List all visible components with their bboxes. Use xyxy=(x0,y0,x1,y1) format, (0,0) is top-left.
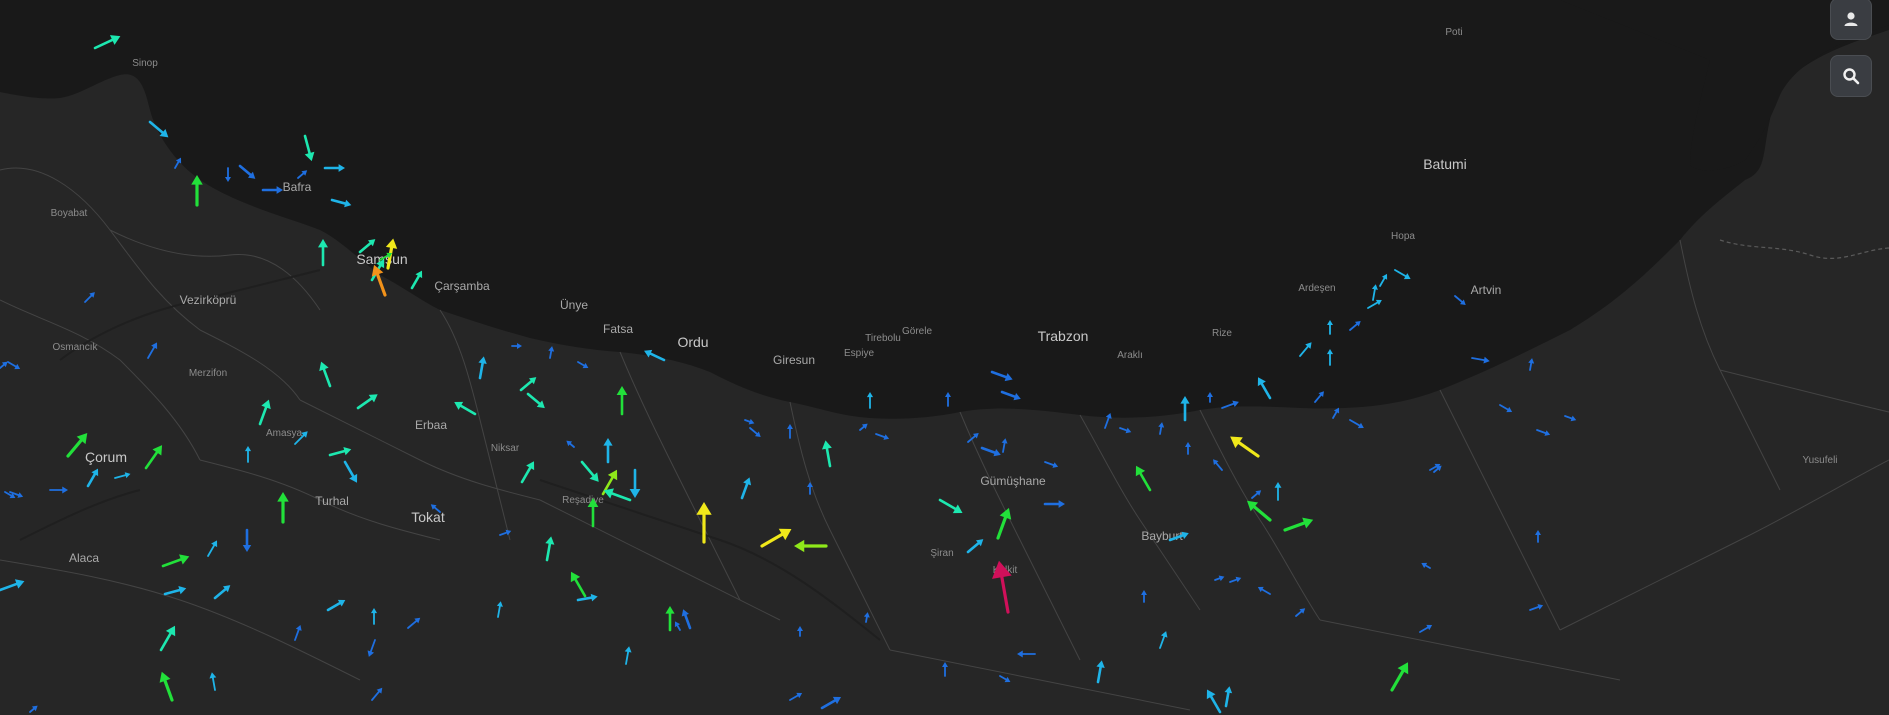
place-label-espiye: Espiye xyxy=(844,348,874,359)
place-label-vezirkopru: Vezirköprü xyxy=(180,293,237,307)
place-label-ardesen: Ardeşen xyxy=(1298,283,1335,294)
user-icon xyxy=(1844,12,1858,26)
place-label-akcaabat: Araklı xyxy=(1117,350,1143,361)
place-label-ordu: Ordu xyxy=(677,334,708,350)
place-label-merzifon: Merzifon xyxy=(189,368,227,379)
map-view[interactable]: SinopBafraBoyabatSamsunÇarşambaVezirköpr… xyxy=(0,0,1889,715)
map-canvas[interactable]: SinopBafraBoyabatSamsunÇarşambaVezirköpr… xyxy=(0,0,1889,715)
place-label-tirebolu: Tirebolu xyxy=(865,333,901,344)
place-label-osmancik: Osmancık xyxy=(52,342,98,353)
place-label-siran: Şiran xyxy=(930,548,953,559)
place-label-hopa: Hopa xyxy=(1391,231,1415,242)
place-label-bafra: Bafra xyxy=(283,180,312,194)
place-label-gorele: Görele xyxy=(902,326,932,337)
place-label-gumushane: Gümüşhane xyxy=(980,474,1046,488)
place-label-turhal: Turhal xyxy=(315,494,349,508)
place-label-erbaa: Erbaa xyxy=(415,418,447,432)
search-button[interactable] xyxy=(1830,55,1872,97)
search-icon xyxy=(1843,68,1860,85)
place-label-poti: Poti xyxy=(1445,27,1462,38)
place-label-rize: Rize xyxy=(1212,328,1232,339)
place-label-unye: Ünye xyxy=(560,298,588,312)
place-label-batumi: Batumi xyxy=(1423,156,1467,172)
place-label-giresun: Giresun xyxy=(773,353,815,367)
user-button[interactable] xyxy=(1830,0,1872,40)
place-label-fatsa: Fatsa xyxy=(603,322,633,336)
place-label-trabzon: Trabzon xyxy=(1038,328,1089,344)
place-label-carsamba: Çarşamba xyxy=(434,279,490,293)
place-label-bayburt: Bayburt xyxy=(1141,529,1183,543)
place-label-niksar: Niksar xyxy=(491,443,520,454)
place-label-corum: Çorum xyxy=(85,449,127,465)
place-label-artvin: Artvin xyxy=(1471,283,1502,297)
place-label-alaca: Alaca xyxy=(69,551,99,565)
place-label-amasya: Amasya xyxy=(266,428,303,439)
place-label-yusufeli: Yusufeli xyxy=(1802,455,1837,466)
place-label-resadiye: Reşadiye xyxy=(562,495,604,506)
place-label-boyabat: Boyabat xyxy=(51,208,88,219)
place-label-sinop: Sinop xyxy=(132,58,158,69)
